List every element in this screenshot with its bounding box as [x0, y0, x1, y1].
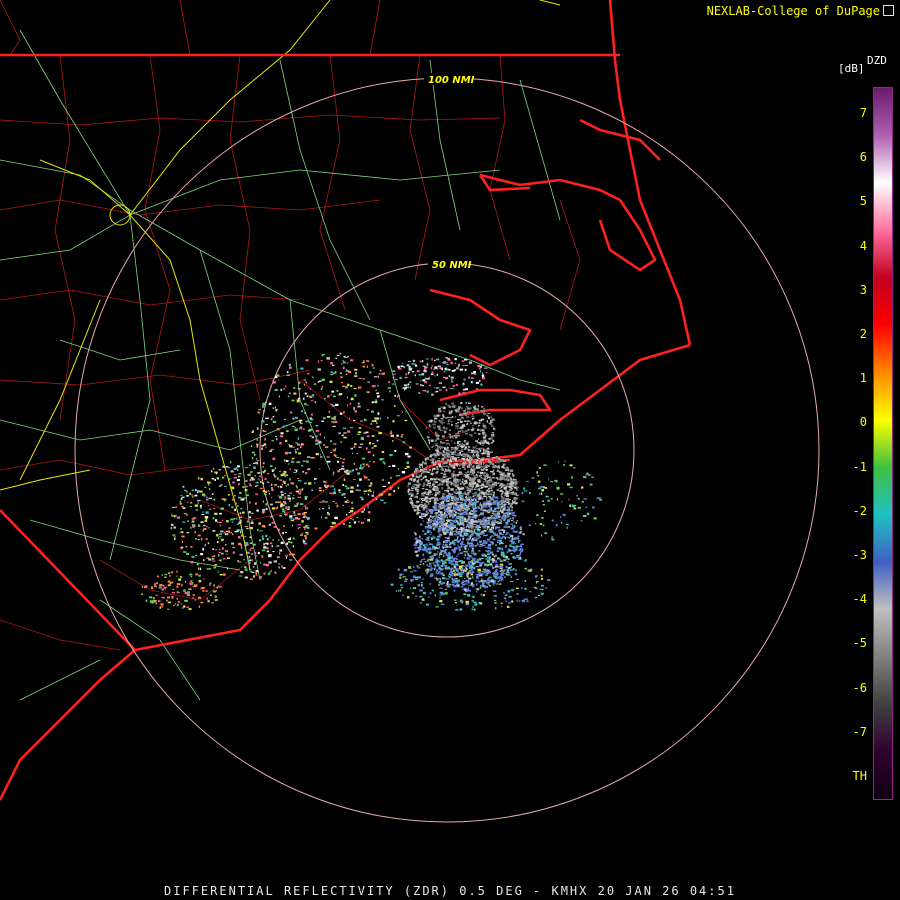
legend-label: -2 [852, 503, 867, 518]
legend-label: -4 [852, 592, 867, 607]
legend-label: 7 [859, 106, 867, 120]
credit-label: NEXLAB-College of DuPage [706, 4, 880, 18]
legend-product: DZD [867, 54, 887, 67]
legend-label: 6 [859, 150, 867, 165]
product-title: DIFFERENTIAL REFLECTIVITY (ZDR) 0.5 DEG … [164, 884, 736, 898]
legend-label: -7 [852, 724, 867, 739]
legend-label: 2 [859, 327, 867, 341]
credit-text: NEXLAB-College of DuPage [707, 4, 894, 18]
legend-colorbar [873, 87, 893, 800]
legend-label: -3 [852, 548, 867, 562]
external-link-icon[interactable] [883, 5, 894, 16]
radar-map: 50 NMI 100 NMI [0, 0, 900, 900]
legend-label: 4 [859, 238, 867, 253]
legend-label: 3 [859, 282, 867, 297]
legend-label: 5 [859, 194, 867, 209]
legend-label: TH [852, 769, 867, 783]
range-ring-label-100: 100 NMI [428, 75, 475, 86]
legend-label: -6 [852, 680, 867, 695]
legend-label: 1 [859, 371, 867, 386]
range-ring-label-50: 50 NMI [432, 260, 472, 271]
legend-label: -1 [852, 459, 867, 474]
legend-unit: [dB] [838, 62, 865, 75]
legend-label: -5 [852, 636, 867, 651]
legend-label: 0 [859, 415, 867, 430]
